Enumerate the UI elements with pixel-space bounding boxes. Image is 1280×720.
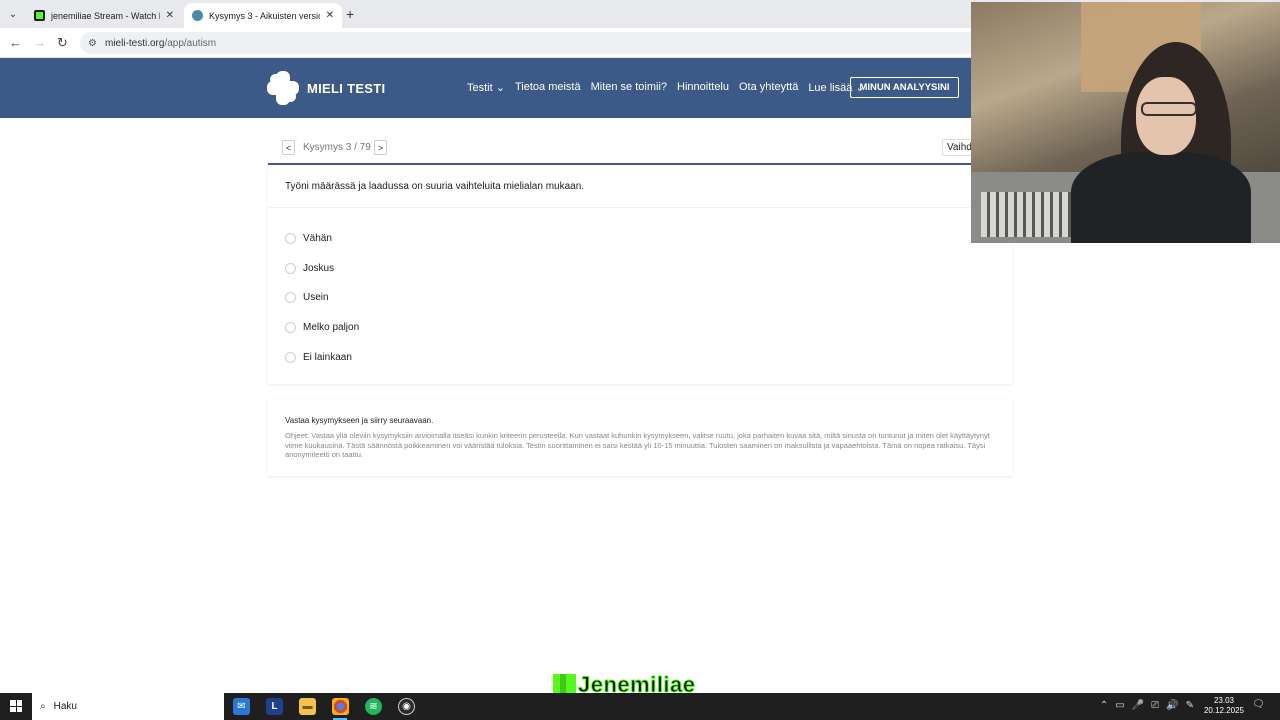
answer-label: Melko paljon — [303, 322, 360, 334]
instructions-box: Vastaa kysymykseen ja siirry seuraavaan.… — [268, 400, 1012, 476]
system-tray: ⌃ ▭ 🎤 ⎚ 🔊 ✎ — [1100, 700, 1194, 711]
tab-mieli-testi[interactable]: Kysymys 3 - Aikuisten versio - ✕ — [184, 3, 342, 28]
question-counter: Kysymys 3 / 79 — [303, 142, 371, 153]
logo-text: MIELI TESTI — [307, 80, 386, 96]
taskbar-search-label: Haku — [53, 701, 77, 712]
close-tab-icon[interactable]: ✕ — [166, 10, 174, 21]
site-logo[interactable]: MIELI TESTI — [267, 71, 385, 105]
url-path: /app/autism — [164, 37, 217, 49]
url-input[interactable]: ⚙ mieli-testi.org/app/autism — [80, 32, 980, 54]
taskbar-search[interactable]: ⌕ Haku — [32, 693, 224, 720]
back-arrow-icon[interactable]: ← — [9, 35, 22, 50]
answer-label: Vähän — [303, 233, 332, 245]
pen-icon[interactable]: ✎ — [1186, 700, 1194, 711]
webcam-overlay — [971, 2, 1280, 243]
close-tab-icon[interactable]: ✕ — [326, 10, 334, 21]
answer-option[interactable]: Vähän — [285, 224, 359, 254]
new-tab-plus-icon[interactable]: + — [346, 6, 354, 22]
nav-item-testit[interactable]: Testit ⌄ — [467, 81, 505, 94]
answer-option[interactable]: Melko paljon — [285, 313, 359, 343]
radio-button[interactable] — [285, 322, 296, 334]
tab-kick-stream[interactable]: jenemiliae Stream - Watch Live ✕ — [26, 3, 182, 28]
answer-label: Joskus — [303, 262, 335, 274]
clock-time: 23.03 — [1213, 696, 1235, 705]
main-nav: Testit ⌄ Tietoa meistä Miten se toimii? … — [467, 81, 865, 94]
obs-icon[interactable]: ◉ — [398, 698, 415, 715]
radio-button[interactable] — [285, 351, 296, 363]
notification-icon[interactable]: 🗨 — [1252, 699, 1266, 713]
l-app-icon[interactable]: L — [266, 698, 283, 715]
system-clock[interactable]: 23.03 20.12.2025 — [1199, 696, 1249, 716]
url-domain: mieli-testi.org — [104, 37, 165, 49]
tab-search-chevron-icon[interactable]: ⌄ — [4, 6, 22, 22]
clock-date: 20.12.2025 — [1203, 706, 1245, 715]
my-analysis-button[interactable]: MINUN ANALYYSINI — [850, 77, 959, 98]
camera-icon[interactable]: ▭ — [1115, 700, 1124, 711]
windows-start-icon[interactable] — [10, 700, 22, 712]
spotify-icon[interactable]: ≋ — [365, 698, 382, 715]
tab-title: jenemiliae Stream - Watch Live — [51, 10, 160, 21]
mail-app-icon[interactable]: ✉ — [233, 698, 250, 715]
radio-button[interactable] — [285, 262, 296, 274]
nav-item-hinnoittelu[interactable]: Hinnoittelu — [677, 81, 729, 94]
show-hidden-icons-icon[interactable]: ⌃ — [1100, 700, 1108, 711]
taskbar: ⌕ Haku ✉ L ▬ ≋ ◉ ⌃ ▭ 🎤 ⎚ 🔊 ✎ 23.03 20.12… — [0, 693, 1280, 720]
instructions-heading: Vastaa kysymykseen ja siirry seuraavaan. — [285, 416, 434, 425]
instructions-body: Ohjeet: Vastaa yllä oleviin kysymyksiin … — [285, 431, 990, 459]
forward-arrow-icon[interactable]: → — [33, 35, 46, 50]
volume-icon[interactable]: 🔊 — [1166, 700, 1178, 711]
next-question-button[interactable]: > — [374, 140, 387, 155]
site-favicon-icon — [192, 10, 203, 21]
answer-option[interactable]: Joskus — [285, 254, 359, 284]
network-icon[interactable]: ⎚ — [1151, 700, 1159, 711]
question-text: Työni määrässä ja laadussa on suuria vai… — [268, 166, 1012, 208]
answer-label: Ei lainkaan — [303, 351, 352, 363]
answer-option[interactable]: Usein — [285, 283, 359, 313]
nav-item-ota-yhteytta[interactable]: Ota yhteyttä — [739, 81, 798, 94]
chrome-icon[interactable] — [332, 698, 349, 715]
question-navigation: < Kysymys 3 / 79 > Vaihda — [268, 132, 1012, 165]
answer-label: Usein — [303, 292, 329, 304]
brain-puzzle-logo-icon — [267, 71, 299, 105]
site-info-icon[interactable]: ⚙ — [88, 38, 97, 49]
nav-item-tietoa-meista[interactable]: Tietoa meistä — [515, 81, 581, 94]
question-card: Työni määrässä ja laadussa on suuria vai… — [268, 166, 1012, 384]
previous-question-button[interactable]: < — [282, 140, 295, 155]
search-icon: ⌕ — [40, 701, 46, 712]
file-explorer-icon[interactable]: ▬ — [299, 698, 316, 715]
radio-button[interactable] — [285, 292, 296, 304]
answer-list: Vähän Joskus Usein Melko paljon Ei laink… — [285, 224, 359, 372]
microphone-icon[interactable]: 🎤 — [1132, 700, 1144, 711]
radio-button[interactable] — [285, 233, 296, 245]
nav-item-miten-se-toimii[interactable]: Miten se toimii? — [591, 81, 667, 94]
kick-favicon-icon — [34, 10, 45, 21]
tab-title: Kysymys 3 - Aikuisten versio - — [209, 10, 320, 21]
answer-option[interactable]: Ei lainkaan — [285, 342, 359, 372]
reload-icon[interactable]: ↻ — [57, 35, 68, 51]
